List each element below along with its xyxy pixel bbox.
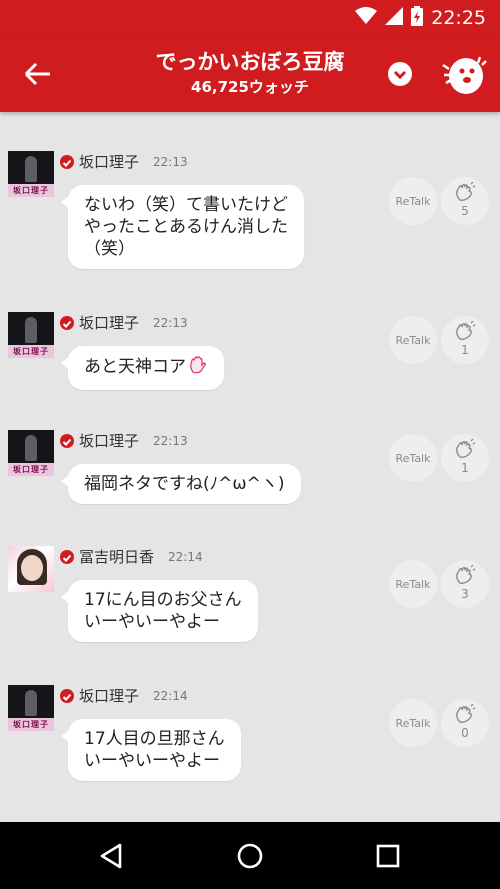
- watch-count: 46,725ウォッチ: [191, 78, 309, 96]
- clap-button[interactable]: 1: [441, 316, 489, 364]
- app-bar: でっかいおぼろ豆腐 46,725ウォッチ: [0, 36, 500, 112]
- clap-button[interactable]: 1: [441, 434, 489, 482]
- message-time: 22:13: [153, 315, 188, 330]
- cell-signal-icon: [385, 7, 404, 29]
- wifi-icon: [355, 7, 378, 29]
- sender-name: 坂口理子: [79, 687, 140, 705]
- avatar-label: 坂口理子: [8, 463, 54, 476]
- navigation-bar: [0, 822, 500, 889]
- recents-square-icon[interactable]: [372, 840, 404, 872]
- clap-icon: [456, 439, 476, 458]
- avatar[interactable]: 坂口理子: [8, 312, 54, 358]
- chevron-down-icon[interactable]: [388, 62, 412, 86]
- avatar-label: 坂口理子: [8, 184, 54, 197]
- hand-emoji-icon: [188, 355, 208, 381]
- clap-count: 3: [461, 587, 469, 601]
- avatar[interactable]: 坂口理子: [8, 685, 54, 731]
- retalk-button[interactable]: ReTalk: [389, 434, 437, 482]
- sender-name: 冨吉明日香: [79, 548, 155, 566]
- verified-badge-icon: [60, 433, 74, 448]
- retalk-button[interactable]: ReTalk: [389, 316, 437, 364]
- clap-count: 5: [461, 204, 469, 218]
- sender-name: 坂口理子: [79, 432, 140, 450]
- chat-list[interactable]: 坂口理子 坂口理子 22:13 ないわ（笑）て書いたけど やったことあるけん消し…: [0, 112, 500, 822]
- status-bar: 22:25: [0, 0, 500, 36]
- mascot-icon[interactable]: [440, 51, 488, 97]
- clap-icon: [456, 182, 476, 201]
- message-bubble: あと天神コア: [61, 346, 224, 390]
- channel-title: でっかいおぼろ豆腐: [155, 50, 345, 74]
- avatar[interactable]: 坂口理子: [8, 151, 54, 197]
- avatar[interactable]: [8, 546, 54, 592]
- clap-button[interactable]: 3: [441, 560, 489, 608]
- clap-button[interactable]: 0: [441, 699, 489, 747]
- battery-icon: [411, 6, 424, 30]
- message-bubble: ないわ（笑）て書いたけど やったことあるけん消した （笑）: [61, 185, 304, 269]
- verified-badge-icon: [60, 688, 74, 703]
- avatar[interactable]: 坂口理子: [8, 430, 54, 476]
- retalk-button[interactable]: ReTalk: [389, 177, 437, 225]
- message-time: 22:14: [153, 688, 188, 703]
- retalk-button[interactable]: ReTalk: [389, 560, 437, 608]
- verified-badge-icon: [60, 549, 74, 564]
- sender-name: 坂口理子: [79, 153, 140, 171]
- verified-badge-icon: [60, 154, 74, 169]
- home-circle-icon[interactable]: [234, 840, 266, 872]
- message-bubble: 17にん目のお父さん いーやいーやよー: [61, 580, 258, 642]
- clap-button[interactable]: 5: [441, 177, 489, 225]
- sender-name: 坂口理子: [79, 314, 140, 332]
- clap-icon: [456, 565, 476, 584]
- clap-count: 1: [461, 343, 469, 357]
- clap-count: 1: [461, 461, 469, 475]
- clap-icon: [456, 321, 476, 340]
- message-bubble: 福岡ネタですね(ﾉ^ω^ヽ): [61, 464, 301, 504]
- clap-icon: [456, 704, 476, 723]
- message-time: 22:13: [153, 154, 188, 169]
- clap-count: 0: [461, 726, 469, 740]
- status-time: 22:25: [431, 7, 486, 29]
- message-time: 22:14: [168, 549, 203, 564]
- message-text: あと天神コア: [84, 357, 186, 377]
- message-time: 22:13: [153, 433, 188, 448]
- back-triangle-icon[interactable]: [96, 840, 128, 872]
- retalk-button[interactable]: ReTalk: [389, 699, 437, 747]
- message-bubble: 17人目の旦那さん いーやいーやよー: [61, 719, 241, 781]
- avatar-label: 坂口理子: [8, 718, 54, 731]
- verified-badge-icon: [60, 315, 74, 330]
- avatar-label: 坂口理子: [8, 345, 54, 358]
